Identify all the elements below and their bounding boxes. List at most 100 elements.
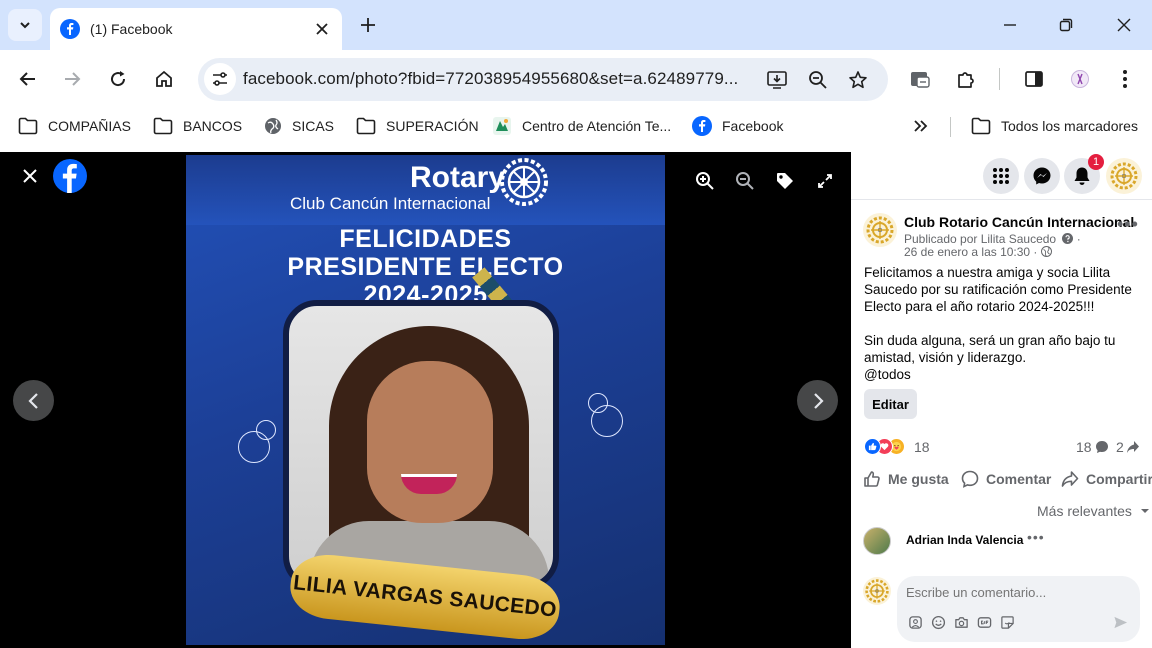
thumbs-up-icon (864, 471, 880, 487)
reaction-count[interactable]: 18 (914, 439, 930, 455)
extension-button[interactable] (906, 65, 934, 93)
fullscreen-button[interactable] (813, 169, 837, 193)
portrait-face (367, 361, 493, 523)
commenter-name[interactable]: Adrian Inda Valencia (906, 533, 1023, 547)
post-options-button[interactable]: ••• (1117, 214, 1139, 235)
bookmark-label: COMPAÑIAS (48, 118, 131, 134)
post-photo[interactable]: Rotary Club Cancún Internacional FELICID… (186, 155, 665, 645)
like-button[interactable]: Me gusta (863, 470, 949, 488)
messenger-button[interactable] (1024, 158, 1060, 194)
bookmark-facebook[interactable]: Facebook (692, 108, 783, 144)
profile-button[interactable] (1066, 65, 1094, 93)
browser-tab-facebook[interactable]: (1) Facebook (50, 8, 342, 50)
comment-count[interactable]: 18 (1076, 439, 1109, 455)
browser-toolbar: facebook.com/photo?fbid=772038954955680&… (0, 50, 1152, 108)
rotary-wheel-icon (1110, 162, 1138, 190)
tab-close-button[interactable] (310, 17, 334, 41)
edit-post-button[interactable]: Editar (864, 389, 917, 419)
comment-button[interactable]: Comentar (961, 470, 1051, 488)
comment-input[interactable] (906, 585, 1126, 600)
all-bookmarks-button[interactable]: Todos los marcadores (971, 108, 1138, 144)
reload-button[interactable] (104, 65, 132, 93)
bookmark-centro-atencion[interactable]: Centro de Atención Te... (492, 108, 671, 144)
facebook-home-link[interactable] (53, 159, 87, 193)
toolbar-separator (999, 68, 1000, 90)
forward-button[interactable] (58, 65, 86, 93)
bookmarks-overflow-button[interactable] (913, 108, 939, 144)
send-comment-button[interactable] (1112, 614, 1128, 630)
extensions-button[interactable] (952, 65, 980, 93)
published-by-text: Publicado por Lilita Saucedo (904, 232, 1057, 246)
bookmarks-separator (950, 117, 951, 137)
back-button[interactable] (14, 65, 42, 93)
close-window-button[interactable] (1109, 12, 1139, 38)
gif-button[interactable] (976, 614, 992, 630)
bookmark-superacion[interactable]: SUPERACIÓN (356, 108, 479, 144)
install-app-button[interactable] (765, 68, 789, 92)
bookmark-label: SICAS (292, 118, 335, 134)
address-bar[interactable]: facebook.com/photo?fbid=772038954955680&… (198, 58, 888, 101)
close-icon (1117, 18, 1131, 32)
puzzle-icon (958, 72, 974, 88)
bookmark-star-button[interactable] (846, 68, 870, 92)
home-button[interactable] (150, 65, 178, 93)
url-text[interactable]: facebook.com/photo?fbid=772038954955680&… (243, 69, 738, 89)
zoom-in-icon (696, 172, 714, 190)
globe-icon (265, 118, 281, 134)
previous-photo-button[interactable] (13, 380, 54, 421)
zoom-out-button[interactable] (733, 169, 757, 193)
comment-bubble-icon (1095, 441, 1108, 453)
share-count[interactable]: 2 (1116, 439, 1140, 455)
tab-search-button[interactable] (8, 9, 42, 41)
bookmark-companias[interactable]: COMPAÑIAS (18, 108, 131, 144)
expand-icon (818, 174, 832, 188)
post-author-link[interactable]: Club Rotario Cancún Internacional (904, 214, 1134, 230)
photo-attach-button[interactable] (953, 614, 969, 630)
comment-label: Comentar (986, 471, 1052, 487)
minimize-icon (1004, 24, 1016, 26)
public-globe-icon (1040, 246, 1052, 257)
bookmark-bancos[interactable]: BANCOS (153, 108, 242, 144)
next-photo-button[interactable] (797, 380, 838, 421)
tab-strip: (1) Facebook (0, 0, 1152, 50)
zoom-button[interactable] (806, 68, 830, 92)
commenter-avatar[interactable] (863, 527, 891, 555)
like-reaction-icon[interactable] (864, 438, 881, 455)
avatar-sticker-button[interactable] (907, 614, 923, 630)
folder-icon (153, 117, 173, 135)
sticker-button[interactable] (999, 614, 1015, 630)
bookmark-label: SUPERACIÓN (386, 118, 479, 134)
close-icon (316, 23, 328, 35)
photo-rotary-brand: Rotary (410, 161, 506, 194)
restore-button[interactable] (1051, 12, 1081, 38)
bookmark-sicas[interactable]: SICAS (264, 108, 334, 144)
post-paragraph-1: Felicitamos a nuestra amiga y socia Lili… (864, 265, 1132, 314)
comment-sort-dropdown[interactable]: Más relevantes (1037, 503, 1150, 519)
menu-button[interactable] (983, 158, 1019, 194)
share-button[interactable]: Compartir (1061, 470, 1152, 488)
tag-photo-button[interactable] (773, 169, 797, 193)
account-avatar-button[interactable] (1106, 158, 1142, 194)
new-tab-button[interactable] (356, 13, 380, 37)
post-mention[interactable]: @todos (864, 366, 1146, 383)
home-icon (156, 70, 172, 87)
site-info-button[interactable] (204, 63, 236, 95)
composer-avatar[interactable] (863, 577, 891, 605)
minimize-button[interactable] (995, 12, 1025, 38)
post-timestamp[interactable]: 26 de enero a las 10:30 · (904, 245, 1052, 259)
facebook-icon (60, 19, 80, 39)
install-icon (767, 71, 787, 89)
chrome-menu-button[interactable] (1111, 65, 1139, 93)
page-avatar[interactable] (863, 213, 897, 247)
zoom-in-button[interactable] (693, 169, 717, 193)
share-count-text: 2 (1116, 439, 1124, 455)
side-panel-button[interactable] (1020, 65, 1048, 93)
bookmark-label: Centro de Atención Te... (522, 118, 672, 134)
emoji-button[interactable] (930, 614, 946, 630)
decor-ring (256, 420, 276, 440)
viewer-close-button[interactable] (18, 164, 42, 188)
comment-options-button[interactable]: ••• (1027, 529, 1045, 545)
post-published-by: Publicado por Lilita Saucedo · (904, 232, 1081, 246)
help-circle-icon[interactable] (1062, 233, 1074, 244)
chevron-down-icon (20, 22, 30, 29)
